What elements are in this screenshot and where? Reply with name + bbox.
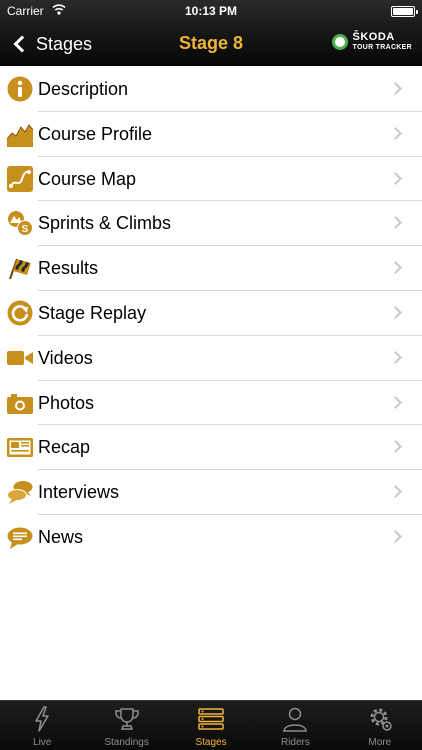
trophy-icon	[114, 708, 139, 730]
video-camera-icon	[7, 350, 33, 365]
chevron-right-icon	[389, 530, 402, 543]
person-icon	[283, 707, 308, 732]
svg-text:S: S	[22, 224, 29, 235]
chevron-right-icon	[389, 82, 402, 95]
chevron-right-icon	[389, 485, 402, 499]
menu-item-stage-replay[interactable]: Stage Replay	[0, 291, 422, 336]
sprints-climbs-icon: S	[8, 211, 33, 237]
newspaper-icon	[7, 438, 33, 458]
tab-label: Stages	[195, 737, 227, 748]
menu-item-course-profile[interactable]: Course Profile	[0, 112, 422, 157]
tab-label: Standings	[104, 737, 149, 748]
menu-item-results[interactable]: Results	[0, 246, 422, 291]
course-map-icon	[7, 165, 33, 192]
back-button[interactable]: Stages	[8, 30, 92, 58]
speech-bubble-icon	[7, 527, 33, 549]
brand-tagline: TOUR TRACKER	[352, 44, 412, 51]
tab-bar: Live Standings Stages Riders More	[0, 700, 422, 750]
tab-stages[interactable]: Stages	[169, 701, 253, 750]
skoda-logo: ŠKODA TOUR TRACKER	[331, 31, 412, 51]
lightning-icon	[35, 706, 49, 732]
menu-item-course-map[interactable]: Course Map	[0, 157, 422, 202]
list-icon	[198, 708, 224, 730]
chevron-right-icon	[389, 395, 402, 409]
menu-item-label: Course Map	[38, 168, 137, 189]
tab-label: Live	[33, 737, 52, 748]
menu-item-label: Photos	[38, 392, 95, 413]
menu-item-label: Interviews	[38, 482, 120, 503]
header: Carrier 10:13 PM Stages Stage 8 ŠKODA TO…	[0, 0, 422, 66]
tab-label: More	[368, 737, 392, 748]
menu-item-label: News	[38, 526, 84, 547]
course-profile-icon	[7, 123, 33, 147]
status-bar: Carrier 10:13 PM	[0, 0, 422, 22]
menu-item-description[interactable]: Description	[0, 67, 422, 112]
tab-standings[interactable]: Standings	[84, 701, 168, 750]
chevron-right-icon	[389, 171, 402, 185]
back-label: Stages	[36, 33, 93, 54]
chevron-right-icon	[389, 306, 402, 319]
info-icon	[7, 76, 33, 102]
tab-label: Riders	[280, 737, 310, 748]
photo-camera-icon	[7, 393, 33, 414]
menu-item-photos[interactable]: Photos	[0, 381, 422, 426]
menu-item-label: Results	[38, 258, 99, 279]
gear-icon	[370, 708, 392, 731]
checkered-flag-icon	[9, 258, 31, 280]
menu-item-label: Sprints & Climbs	[38, 213, 172, 234]
brand-name: ŠKODA	[352, 31, 395, 43]
status-time: 10:13 PM	[184, 4, 238, 18]
menu-item-news[interactable]: News	[0, 515, 422, 560]
battery-icon	[391, 6, 418, 17]
chevron-right-icon	[389, 350, 402, 364]
chevron-right-icon	[389, 216, 402, 230]
chevron-left-icon	[13, 35, 31, 53]
chevron-right-icon	[389, 261, 402, 275]
skoda-emblem-icon	[331, 33, 348, 50]
chat-bubbles-icon	[7, 481, 33, 505]
chevron-right-icon	[389, 440, 402, 454]
tab-live[interactable]: Live	[0, 701, 84, 750]
menu-item-label: Course Profile	[38, 123, 153, 144]
menu-item-videos[interactable]: Videos	[0, 336, 422, 381]
stage-menu-list: Description Course Profile Course Map S …	[0, 67, 422, 560]
menu-item-label: Videos	[38, 347, 93, 368]
menu-item-label: Stage Replay	[38, 302, 147, 323]
chevron-right-icon	[389, 126, 402, 140]
replay-icon	[7, 300, 33, 326]
menu-item-label: Recap	[38, 437, 91, 458]
tab-riders[interactable]: Riders	[253, 701, 337, 750]
tab-more[interactable]: More	[338, 701, 422, 750]
menu-item-sprints-climbs[interactable]: S Sprints & Climbs	[0, 201, 422, 246]
menu-item-label: Description	[38, 79, 129, 99]
menu-item-recap[interactable]: Recap	[0, 425, 422, 470]
menu-item-interviews[interactable]: Interviews	[0, 470, 422, 515]
